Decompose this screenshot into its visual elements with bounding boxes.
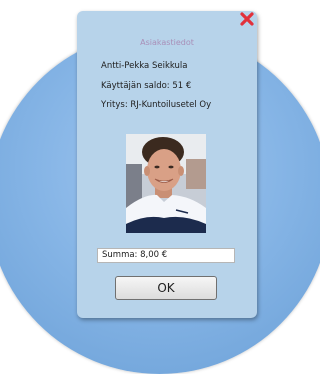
ok-button[interactable]: OK <box>115 276 217 300</box>
user-balance: Käyttäjän saldo: 51 € <box>101 81 192 91</box>
dialog-title: Asiakastiedot <box>140 38 194 47</box>
customer-name: Antti-Pekka Seikkula <box>101 61 188 71</box>
amount-field[interactable]: Summa: 8,00 € <box>97 248 235 263</box>
company-name: Yritys: RJ-Kuntoilusetel Oy <box>101 100 212 110</box>
user-photo <box>126 134 206 233</box>
close-icon[interactable] <box>240 12 254 26</box>
